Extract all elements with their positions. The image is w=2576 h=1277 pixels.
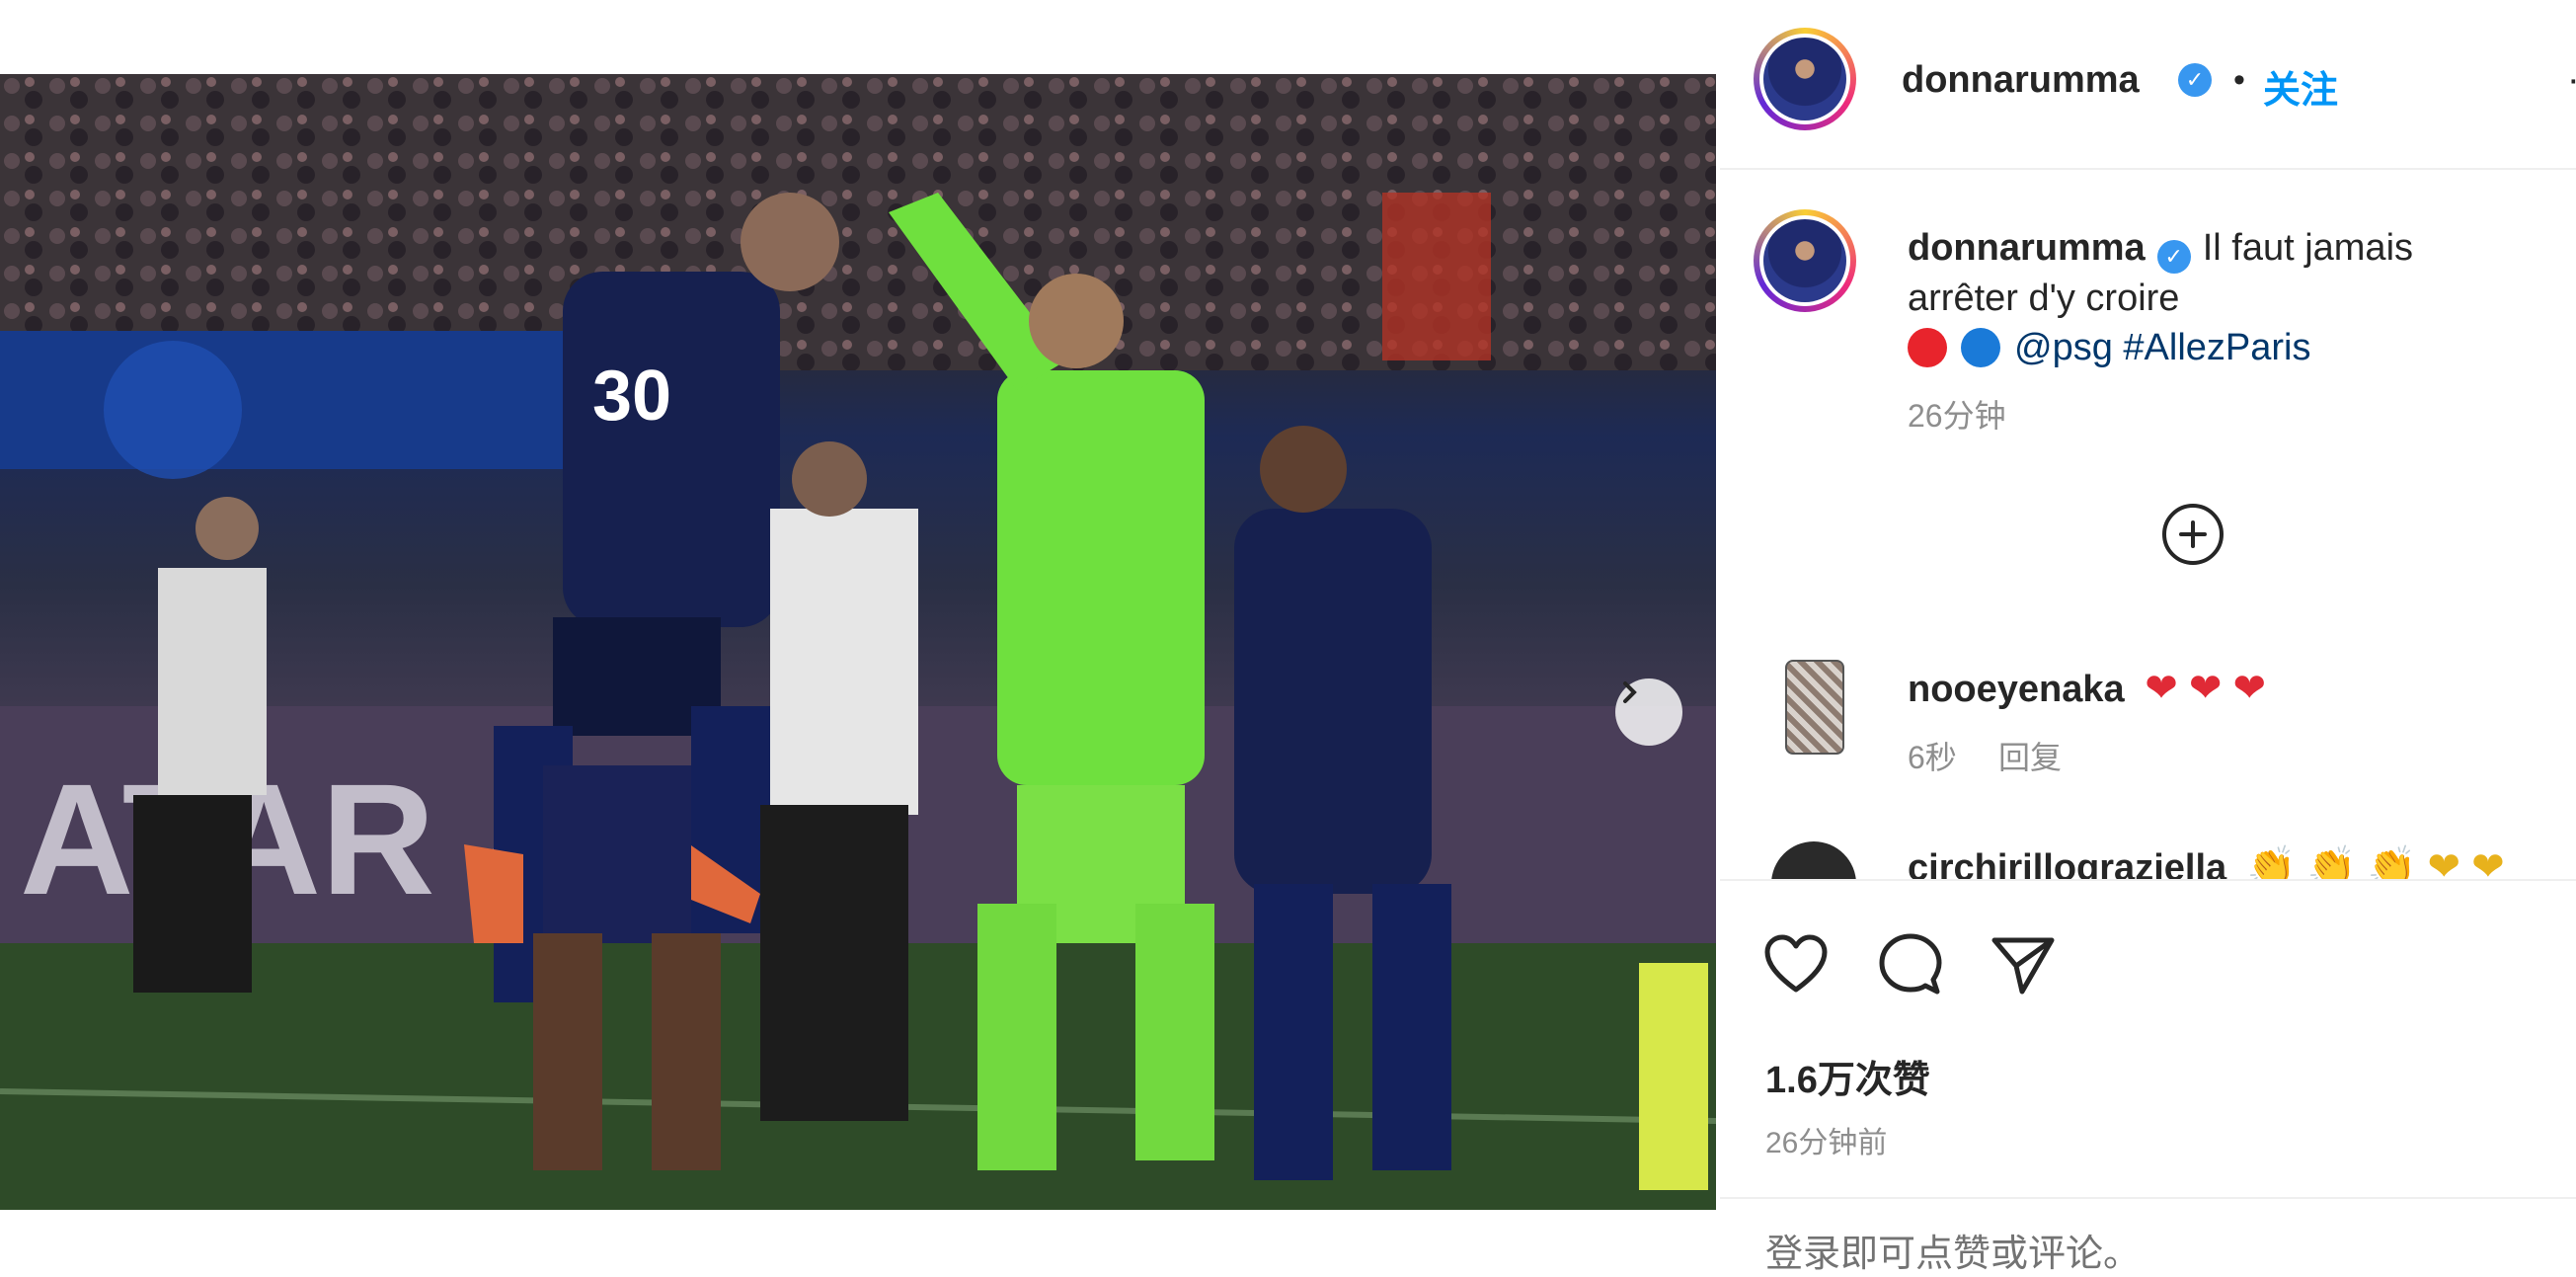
caption-username[interactable]: donnarumma: [1908, 227, 2146, 269]
comment-row: nooeyenaka ❤ ❤ ❤: [1908, 666, 2266, 711]
post-caption: donnarumma ✓ Il faut jamais arrêter d'y cr…: [1908, 223, 2520, 372]
like-button[interactable]: [1761, 930, 1831, 999]
commenter-avatar[interactable]: [1785, 660, 1844, 755]
svg-text:30: 30: [592, 357, 671, 436]
comment-text: 👏 👏 👏 ❤ ❤: [2246, 845, 2505, 879]
avatar-image: [1763, 219, 1846, 302]
share-icon: [1991, 937, 2055, 995]
commenter-avatar[interactable]: [1771, 841, 1856, 879]
caption-tags[interactable]: @psg #AllezParis: [2014, 327, 2310, 368]
heart-icon: [1764, 934, 1828, 993]
separator-dot: •: [2233, 61, 2245, 99]
load-more-comments-button[interactable]: [2162, 504, 2224, 565]
post-side-panel: donnarumma ✓ • 关注 · donnarumma✓Il faut j…: [1720, 0, 2576, 1275]
next-slide-button[interactable]: [1615, 678, 1682, 746]
caption-time: 26分钟: [1908, 398, 2006, 434]
chevron-right-icon: [1623, 681, 1637, 703]
comment-time: 6秒: [1908, 740, 1957, 775]
caption-avatar[interactable]: [1754, 209, 1856, 312]
follow-button[interactable]: 关注: [2263, 59, 2338, 114]
verified-icon: ✓: [2178, 63, 2212, 97]
red-circle-icon: [1908, 328, 1947, 367]
avatar-ring-inner: [1759, 34, 1850, 124]
header-divider: [1720, 168, 2576, 170]
avatar-ring-inner: [1759, 215, 1850, 306]
verified-icon: ✓: [2156, 240, 2191, 274]
comment-button[interactable]: [1876, 930, 1945, 999]
plus-circle-icon: [2179, 520, 2207, 548]
footer-divider: [1720, 1197, 2576, 1199]
author-avatar[interactable]: [1754, 28, 1856, 130]
more-options-icon[interactable]: ·: [2567, 59, 2576, 102]
login-hint[interactable]: 登录即可点赞或评论。: [1765, 1223, 2141, 1277]
comment-username[interactable]: circhirillograziella: [1908, 847, 2226, 879]
share-button[interactable]: [1989, 930, 2058, 999]
comment-row: circhirillograziella 👏 👏 👏 ❤ ❤: [1908, 843, 2505, 879]
celebration-photo: ATAR AI 30: [0, 74, 1716, 1210]
comment-text: ❤ ❤ ❤: [2145, 667, 2266, 710]
author-username[interactable]: donnarumma: [1902, 59, 2140, 102]
actions-divider: [1720, 879, 2576, 881]
comments-list: nooeyenaka ❤ ❤ ❤ 6秒 回复 circhirillograzie…: [1720, 632, 2576, 879]
avatar-image: [1763, 38, 1846, 120]
blue-circle-icon: [1961, 328, 2000, 367]
post-timestamp: 26分钟前: [1765, 1127, 1888, 1159]
likes-count[interactable]: 1.6万次赞: [1765, 1049, 1930, 1103]
reply-button[interactable]: 回复: [1998, 733, 2062, 778]
comment-username[interactable]: nooeyenaka: [1908, 669, 2125, 710]
comment-icon: [1879, 933, 1942, 995]
post-photo[interactable]: ATAR AI 30: [0, 74, 1716, 1210]
